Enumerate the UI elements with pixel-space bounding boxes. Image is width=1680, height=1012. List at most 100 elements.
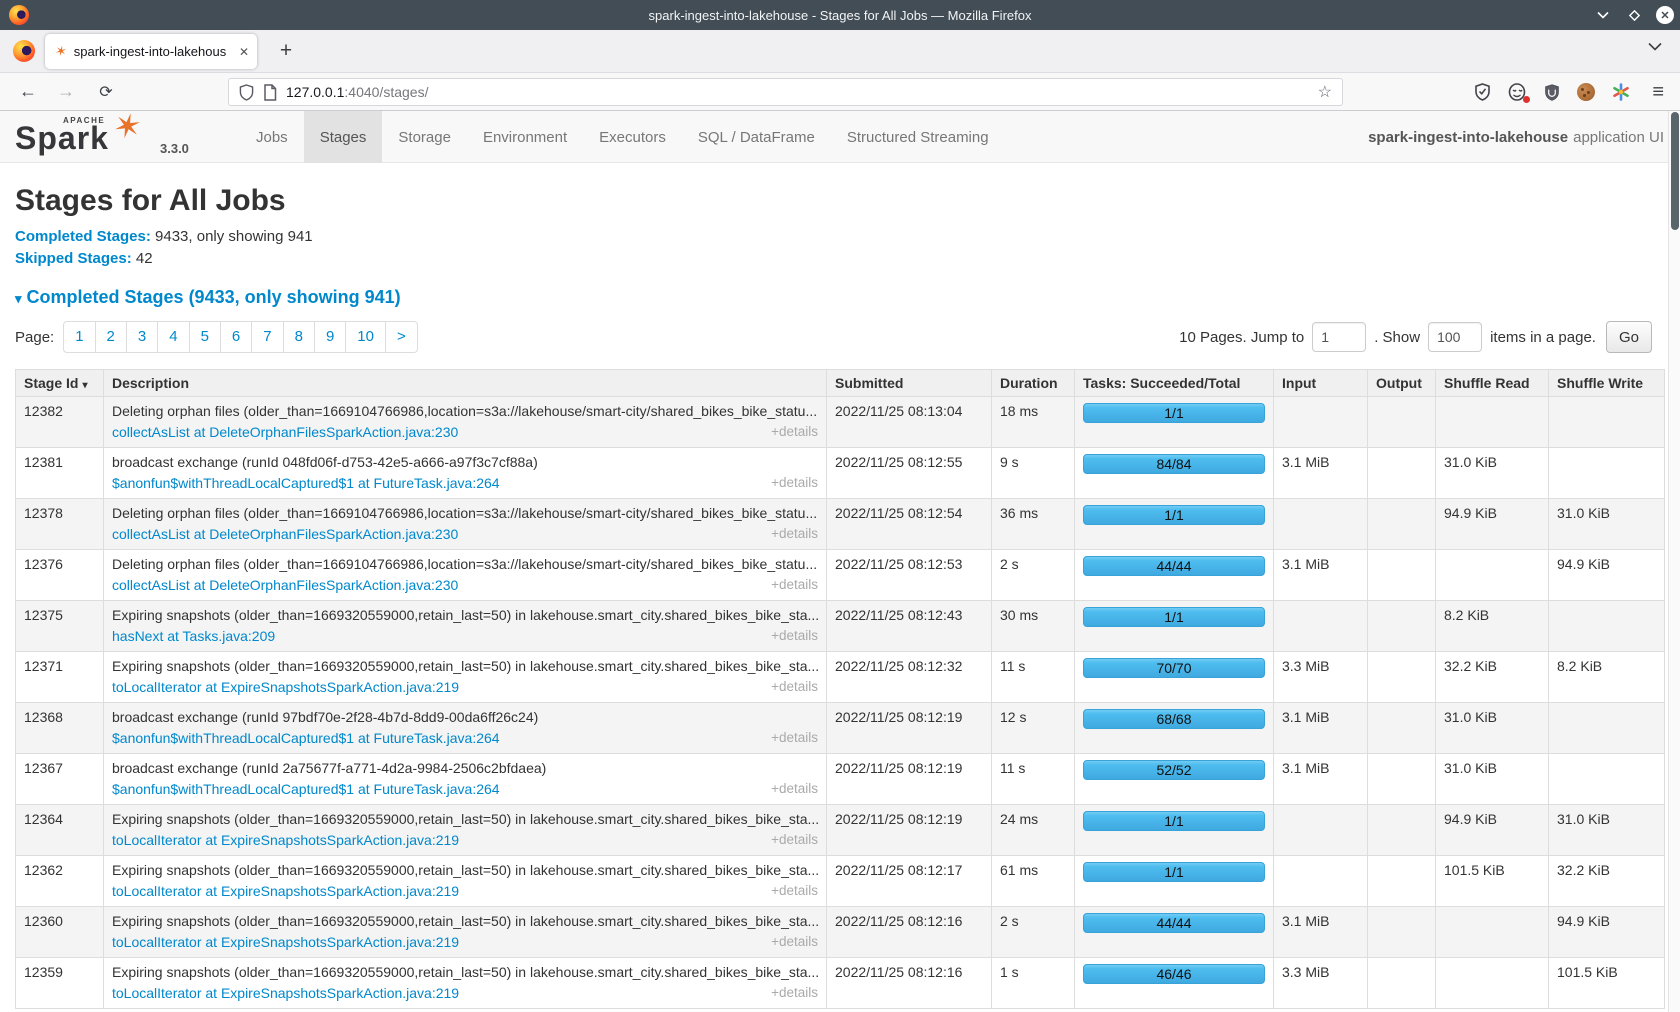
- nav-item-sql-dataframe[interactable]: SQL / DataFrame: [682, 111, 831, 163]
- skipped-stages-summary: Skipped Stages: 42: [15, 248, 1652, 270]
- shuffle-write-cell: 94.9 KiB: [1549, 907, 1665, 958]
- forward-icon[interactable]: →: [50, 81, 82, 102]
- spark-star-icon: ✶: [109, 104, 146, 150]
- stage-detail-link[interactable]: collectAsList at DeleteOrphanFilesSparkA…: [112, 577, 458, 593]
- column-header-output[interactable]: Output: [1368, 370, 1436, 397]
- stage-detail-link[interactable]: collectAsList at DeleteOrphanFilesSparkA…: [112, 424, 458, 440]
- completed-stages-section-header[interactable]: ▾Completed Stages (9433, only showing 94…: [15, 287, 1652, 308]
- new-tab-button[interactable]: +: [272, 38, 300, 66]
- column-header-submitted[interactable]: Submitted: [827, 370, 992, 397]
- ublock-shield-extension-icon[interactable]: [1544, 84, 1560, 101]
- details-toggle[interactable]: +details: [771, 679, 818, 695]
- details-toggle[interactable]: +details: [771, 475, 818, 491]
- page-button-7[interactable]: 7: [251, 321, 283, 353]
- column-header-shuffle-write[interactable]: Shuffle Write: [1549, 370, 1665, 397]
- page-button-1[interactable]: 1: [63, 321, 95, 353]
- nav-item-executors[interactable]: Executors: [583, 111, 682, 163]
- list-tabs-chevron-icon[interactable]: [1648, 42, 1662, 51]
- pagination-row: Page: 12345678910> 10 Pages. Jump to . S…: [15, 321, 1652, 353]
- input-cell: [1274, 499, 1368, 550]
- stage-detail-link[interactable]: $anonfun$withThreadLocalCaptured$1 at Fu…: [112, 475, 500, 491]
- stage-description: broadcast exchange (runId 048fd06f-d753-…: [112, 454, 818, 470]
- nav-item-storage[interactable]: Storage: [382, 111, 467, 163]
- details-toggle[interactable]: +details: [771, 934, 818, 950]
- output-cell: [1368, 907, 1436, 958]
- next-page-button[interactable]: >: [385, 321, 418, 353]
- tasks-progress-bar: 70/70: [1083, 658, 1265, 678]
- page-button-10[interactable]: 10: [345, 321, 386, 353]
- table-header-row: Stage Id▾DescriptionSubmittedDurationTas…: [16, 370, 1665, 397]
- column-header-input[interactable]: Input: [1274, 370, 1368, 397]
- page-button-9[interactable]: 9: [314, 321, 346, 353]
- window-title: spark-ingest-into-lakehouse - Stages for…: [0, 8, 1680, 23]
- column-header-tasks-succeeded-total[interactable]: Tasks: Succeeded/Total: [1075, 370, 1274, 397]
- reload-icon[interactable]: ⟳: [90, 82, 122, 102]
- stage-detail-link[interactable]: toLocalIterator at ExpireSnapshotsSparkA…: [112, 934, 459, 950]
- details-toggle[interactable]: +details: [771, 526, 818, 542]
- details-toggle[interactable]: +details: [771, 628, 818, 644]
- description-cell: broadcast exchange (runId 2a75677f-a771-…: [104, 754, 827, 805]
- completed-stages-link[interactable]: Completed Stages:: [15, 228, 151, 245]
- bookmark-star-icon[interactable]: ☆: [1318, 82, 1332, 102]
- firefox-icon[interactable]: [13, 40, 35, 62]
- show-count-input[interactable]: [1428, 322, 1482, 352]
- stage-detail-link[interactable]: hasNext at Tasks.java:209: [112, 628, 275, 644]
- mask-extension-icon[interactable]: [1508, 83, 1527, 101]
- scrollbar-thumb[interactable]: [1671, 112, 1679, 230]
- page-button-3[interactable]: 3: [126, 321, 158, 353]
- spark-logo[interactable]: APACHE Spark ✶ 3.3.0: [15, 111, 240, 163]
- column-header-description[interactable]: Description: [104, 370, 827, 397]
- column-header-duration[interactable]: Duration: [992, 370, 1075, 397]
- tab-close-icon[interactable]: ✕: [239, 45, 249, 59]
- shuffle-write-cell: [1549, 703, 1665, 754]
- page-info-icon[interactable]: [263, 84, 277, 101]
- shield-check-extension-icon[interactable]: [1474, 83, 1491, 101]
- window-close-icon[interactable]: ✕: [1656, 6, 1674, 24]
- cookie-extension-icon[interactable]: [1577, 83, 1595, 101]
- nav-item-structured-streaming[interactable]: Structured Streaming: [831, 111, 1005, 163]
- details-toggle[interactable]: +details: [771, 985, 818, 1001]
- description-cell: Deleting orphan files (older_than=166910…: [104, 499, 827, 550]
- back-icon[interactable]: ←: [12, 81, 44, 102]
- jump-to-input[interactable]: [1312, 322, 1366, 352]
- stage-detail-link[interactable]: $anonfun$withThreadLocalCaptured$1 at Fu…: [112, 730, 500, 746]
- stage-detail-link[interactable]: $anonfun$withThreadLocalCaptured$1 at Fu…: [112, 781, 500, 797]
- stage-detail-link[interactable]: collectAsList at DeleteOrphanFilesSparkA…: [112, 526, 458, 542]
- stage-id-cell: 12371: [16, 652, 104, 703]
- details-toggle[interactable]: +details: [771, 781, 818, 797]
- nav-item-environment[interactable]: Environment: [467, 111, 583, 163]
- nav-item-jobs[interactable]: Jobs: [240, 111, 304, 163]
- shield-icon[interactable]: [239, 84, 254, 101]
- column-header-shuffle-read[interactable]: Shuffle Read: [1436, 370, 1549, 397]
- nav-item-stages[interactable]: Stages: [304, 111, 383, 163]
- stage-detail-link[interactable]: toLocalIterator at ExpireSnapshotsSparkA…: [112, 679, 459, 695]
- shuffle-read-cell: 101.5 KiB: [1436, 856, 1549, 907]
- go-button[interactable]: Go: [1606, 321, 1652, 353]
- page-button-8[interactable]: 8: [283, 321, 315, 353]
- skipped-stages-link[interactable]: Skipped Stages:: [15, 250, 132, 267]
- details-toggle[interactable]: +details: [771, 832, 818, 848]
- stage-detail-link[interactable]: toLocalIterator at ExpireSnapshotsSparkA…: [112, 883, 459, 899]
- details-toggle[interactable]: +details: [771, 577, 818, 593]
- column-header-stage-id[interactable]: Stage Id▾: [16, 370, 104, 397]
- output-cell: [1368, 958, 1436, 1009]
- page-button-4[interactable]: 4: [157, 321, 189, 353]
- url-text[interactable]: 127.0.0.1:4040/stages/: [286, 84, 1318, 100]
- stage-detail-link[interactable]: toLocalIterator at ExpireSnapshotsSparkA…: [112, 832, 459, 848]
- details-toggle[interactable]: +details: [771, 424, 818, 440]
- url-bar[interactable]: 127.0.0.1:4040/stages/ ☆: [228, 78, 1343, 106]
- details-toggle[interactable]: +details: [771, 883, 818, 899]
- summary: Completed Stages: 9433, only showing 941…: [15, 226, 1652, 270]
- page-button-6[interactable]: 6: [220, 321, 252, 353]
- window-minimize-icon[interactable]: [1594, 6, 1612, 24]
- page-button-5[interactable]: 5: [189, 321, 221, 353]
- page-scrollbar[interactable]: [1668, 111, 1680, 1012]
- details-toggle[interactable]: +details: [771, 730, 818, 746]
- asterisk-extension-icon[interactable]: [1612, 83, 1630, 101]
- input-cell: 3.1 MiB: [1274, 754, 1368, 805]
- stage-detail-link[interactable]: toLocalIterator at ExpireSnapshotsSparkA…: [112, 985, 459, 1001]
- browser-tab[interactable]: ✶ spark-ingest-into-lakehous ✕: [45, 34, 257, 69]
- menu-hamburger-icon[interactable]: ≡: [1652, 81, 1664, 103]
- window-maximize-icon[interactable]: [1625, 6, 1643, 24]
- page-button-2[interactable]: 2: [95, 321, 127, 353]
